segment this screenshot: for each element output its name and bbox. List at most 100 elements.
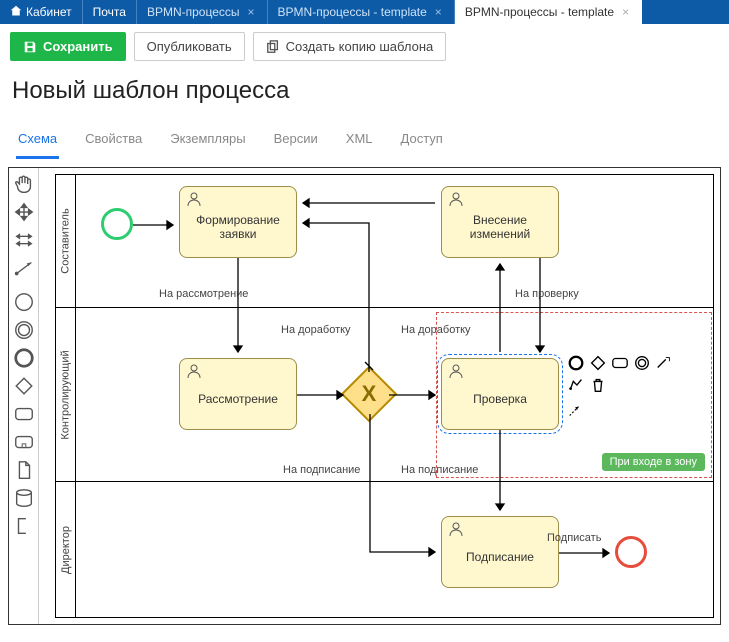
flow-label-to-review: На рассмотрение [159,288,248,300]
delete-icon[interactable] [589,376,607,394]
copy-icon [266,40,280,54]
append-intermediate-event-icon[interactable] [633,354,651,372]
flow-label-to-check: На проверку [515,288,579,300]
flow-form-to-review[interactable] [237,258,239,358]
publish-button[interactable]: Опубликовать [134,32,245,61]
append-task-icon[interactable] [611,354,629,372]
data-store-icon[interactable] [12,486,36,510]
intermediate-event-icon[interactable] [12,318,36,342]
save-button[interactable]: Сохранить [10,32,126,61]
flow-start-to-form[interactable] [133,224,179,226]
flow-sign-to-end[interactable] [559,552,615,554]
append-gateway-icon[interactable] [589,354,607,372]
subtab-scheme[interactable]: Схема [16,123,59,159]
task-label: Подписание [466,550,534,564]
flow-amend-to-form[interactable] [297,202,441,204]
flow-gateway-to-form[interactable] [297,222,371,376]
tab-label: BPMN-процессы - template [465,5,614,19]
task-label: Формирование заявки [184,213,292,241]
task-label: Проверка [473,392,527,406]
flow-label-sign1: На подписание [283,464,360,476]
page-title: Новый шаблон процесса [0,69,729,123]
flow-label-sign-action: Подписать [547,532,601,544]
task-amend[interactable]: Внесение изменений [441,186,559,258]
global-connect-icon[interactable] [12,256,36,280]
lane-composer[interactable]: Составитель [55,174,714,308]
data-object-icon[interactable] [12,458,36,482]
close-icon[interactable]: × [433,5,444,19]
flow-check-to-amend[interactable] [499,258,501,358]
subtab-properties[interactable]: Свойства [83,123,144,158]
task-sign[interactable]: Подписание [441,516,559,588]
close-icon[interactable]: × [620,5,631,19]
action-toolbar: Сохранить Опубликовать Создать копию шаб… [0,24,729,69]
save-label: Сохранить [43,39,113,54]
user-icon [448,521,464,537]
diagram-area: Составитель Контролирующий Директор При … [8,167,721,625]
exclusive-gateway[interactable]: X [349,374,389,414]
copy-label: Создать копию шаблона [286,39,434,54]
flow-review-to-gateway[interactable] [297,394,349,396]
context-pad [567,354,687,420]
task-label: Рассмотрение [198,392,278,406]
user-icon [448,363,464,379]
task-check[interactable]: Проверка [441,358,559,430]
nav-mail-label: Почта [93,5,126,19]
gateway-x-icon: X [349,374,389,414]
flow-label-rework1: На доработку [281,324,351,336]
append-end-event-icon[interactable] [567,354,585,372]
zone-badge: При входе в зону [602,453,705,471]
change-type-icon[interactable] [567,376,585,394]
tab-bpmn-template-2[interactable]: BPMN-процессы - template × [455,0,642,24]
subtab-versions[interactable]: Версии [272,123,320,158]
nav-cabinet[interactable]: Кабинет [0,0,83,24]
tab-bpmn-template-1[interactable]: BPMN-процессы - template × [268,0,455,24]
sub-tabs: Схема Свойства Экземпляры Версии XML Дос… [0,123,729,159]
connect-icon[interactable] [567,402,585,420]
text-annotation-icon[interactable] [12,514,36,538]
subprocess-icon[interactable] [12,430,36,454]
space-tool-icon[interactable] [12,228,36,252]
tab-row: BPMN-процессы × BPMN-процессы - template… [137,0,729,24]
end-event[interactable] [615,536,647,568]
flow-gateway-to-check[interactable] [389,394,441,396]
user-icon [186,363,202,379]
task-label: Внесение изменений [446,213,554,241]
nav-mail[interactable]: Почта [83,0,137,24]
flow-amend-to-check[interactable] [539,258,541,358]
lane-label: Составитель [56,175,76,307]
bpmn-canvas[interactable]: Составитель Контролирующий Директор При … [39,168,720,624]
save-icon [23,40,37,54]
top-navbar: Кабинет Почта BPMN-процессы × BPMN-проце… [0,0,729,24]
tab-label: BPMN-процессы - template [278,5,427,19]
user-icon [186,191,202,207]
subtab-access[interactable]: Доступ [399,123,445,158]
append-annotation-icon[interactable] [655,354,673,372]
copy-template-button[interactable]: Создать копию шаблона [253,32,447,61]
lane-director-text: Директор [60,526,72,574]
flow-check-to-sign[interactable] [499,430,501,516]
start-event-icon[interactable] [12,290,36,314]
task-icon[interactable] [12,402,36,426]
bpmn-palette [9,168,39,624]
nav-cabinet-label: Кабинет [26,5,72,19]
subtab-instances[interactable]: Экземпляры [168,123,247,158]
flow-gateway-to-sign[interactable] [369,414,443,554]
home-icon [10,5,22,20]
tab-bpmn-processes[interactable]: BPMN-процессы × [137,0,268,24]
flow-label-rework2: На доработку [401,324,471,336]
tab-label: BPMN-процессы [147,5,240,19]
start-event[interactable] [101,208,133,240]
subtab-xml[interactable]: XML [344,123,375,158]
lane-composer-text: Составитель [60,208,72,273]
lane-controller-text: Контролирующий [60,350,72,439]
lasso-tool-icon[interactable] [12,200,36,224]
lane-label: Контролирующий [56,308,76,481]
gateway-icon[interactable] [12,374,36,398]
task-form-request[interactable]: Формирование заявки [179,186,297,258]
end-event-icon[interactable] [12,346,36,370]
task-review[interactable]: Рассмотрение [179,358,297,430]
hand-tool-icon[interactable] [12,172,36,196]
close-icon[interactable]: × [246,5,257,19]
user-icon [448,191,464,207]
